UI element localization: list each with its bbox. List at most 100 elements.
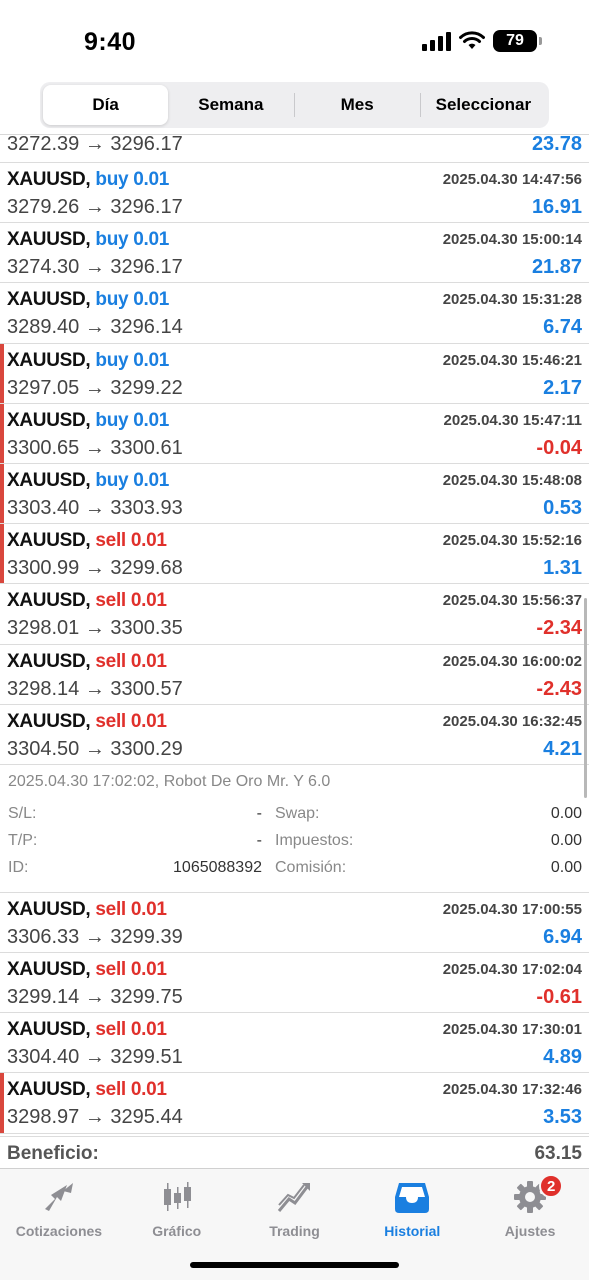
trade-symbol-line: XAUUSD, sell 0.01 bbox=[7, 530, 167, 552]
segment-select[interactable]: Seleccionar bbox=[421, 85, 546, 125]
tab-label: Historial bbox=[384, 1223, 441, 1239]
trade-symbol-line: XAUUSD, sell 0.01 bbox=[7, 959, 167, 981]
trade-row[interactable]: XAUUSD, buy 0.01 2025.04.30 15:00:14 3274.… bbox=[0, 223, 589, 284]
trade-symbol: XAUUSD, bbox=[7, 469, 91, 491]
trade-symbol-line: XAUUSD, sell 0.01 bbox=[7, 711, 167, 733]
taxes-label: Impuestos: bbox=[275, 831, 354, 849]
trade-comment: 2025.04.30 17:02:02, Robot De Oro Mr. Y … bbox=[8, 772, 331, 790]
trade-prices: 3300.65 → 3300.61 bbox=[7, 436, 183, 459]
segment-month[interactable]: Mes bbox=[295, 85, 420, 125]
trade-side: buy 0.01 bbox=[95, 409, 170, 431]
trade-symbol-line: XAUUSD, sell 0.01 bbox=[7, 1079, 167, 1101]
trade-row[interactable]: XAUUSD, sell 0.01 2025.04.30 16:32:45 3304… bbox=[0, 705, 589, 765]
trade-symbol: XAUUSD, bbox=[7, 898, 91, 920]
trade-side: sell 0.01 bbox=[95, 710, 167, 732]
trade-symbol: XAUUSD, bbox=[7, 349, 91, 371]
trade-time: 2025.04.30 15:47:11 bbox=[443, 411, 582, 429]
trade-symbol: XAUUSD, bbox=[7, 530, 91, 552]
sl-value: - bbox=[256, 804, 262, 822]
trade-symbol-line: XAUUSD, buy 0.01 bbox=[7, 470, 169, 492]
tab-label: Cotizaciones bbox=[15, 1223, 103, 1239]
trade-profit: 1.31 bbox=[543, 557, 582, 580]
swap-label: Swap: bbox=[275, 804, 320, 822]
trade-profit: 21.87 bbox=[531, 256, 582, 279]
segment-day[interactable]: Día bbox=[43, 85, 169, 125]
trade-profit: 3.53 bbox=[543, 1106, 582, 1129]
scroll-indicator[interactable] bbox=[584, 598, 587, 798]
profit-total: Beneficio: 63.15 bbox=[0, 1136, 589, 1170]
trade-prices: 3297.05 → 3299.22 bbox=[7, 376, 183, 399]
trade-prices: 3304.40 → 3299.51 bbox=[7, 1046, 183, 1069]
candlestick-chart-icon bbox=[157, 1177, 197, 1217]
trade-side: sell 0.01 bbox=[95, 590, 167, 612]
trade-row[interactable]: XAUUSD, sell 0.01 2025.04.30 17:02:04 3299… bbox=[0, 953, 589, 1014]
id-label: ID: bbox=[8, 858, 29, 876]
trade-symbol-line: XAUUSD, buy 0.01 bbox=[7, 169, 169, 191]
trade-row[interactable]: XAUUSD, buy 0.01 2025.04.30 15:48:08 3303.… bbox=[0, 463, 589, 525]
cellular-signal-icon bbox=[422, 31, 451, 51]
notification-badge: 2 bbox=[539, 1174, 564, 1198]
trade-side: sell 0.01 bbox=[95, 898, 167, 920]
trade-profit: 16.91 bbox=[531, 196, 582, 218]
trade-time: 2025.04.30 17:30:01 bbox=[442, 1021, 582, 1039]
trade-time: 2025.04.30 17:00:55 bbox=[442, 900, 582, 918]
period-segmented-control: Día Semana Mes Seleccionar bbox=[40, 82, 549, 128]
trade-prices: 3298.97 → 3295.44 bbox=[7, 1106, 183, 1129]
trade-row[interactable]: XAUUSD, sell 0.01 2025.04.30 16:00:02 3298… bbox=[0, 645, 589, 705]
trade-prices: 3304.50 → 3300.29 bbox=[7, 737, 183, 760]
trade-prices: 3298.01 → 3300.35 bbox=[7, 617, 183, 640]
trade-symbol: XAUUSD, bbox=[7, 169, 91, 190]
trade-row[interactable]: XAUUSD, sell 0.01 2025.04.30 15:56:37 3298… bbox=[0, 584, 589, 645]
trade-row[interactable]: XAUUSD, buy 0.01 2025.04.30 15:46:21 3297.… bbox=[0, 343, 589, 404]
trade-prices: 3272.39 → 3296.17 bbox=[7, 134, 183, 155]
trade-row[interactable]: XAUUSD, buy 0.01 2025.04.30 14:47:56 3279.… bbox=[0, 163, 589, 224]
quotes-icon bbox=[39, 1177, 79, 1217]
trade-side: buy 0.01 bbox=[95, 469, 170, 491]
trade-prices: 3289.40 → 3296.14 bbox=[7, 316, 183, 339]
trade-symbol: XAUUSD, bbox=[7, 1019, 91, 1041]
trade-row[interactable]: XAUUSD, sell 0.01 2025.04.30 15:52:16 3300… bbox=[0, 524, 589, 585]
tab-settings[interactable]: 2 Ajustes bbox=[471, 1169, 589, 1280]
trade-profit: 23.78 bbox=[531, 134, 582, 155]
trade-time: 2025.04.30 15:52:16 bbox=[442, 532, 582, 550]
tab-label: Ajustes bbox=[504, 1223, 556, 1239]
trade-time: 2025.04.30 16:32:45 bbox=[442, 712, 582, 730]
status-time: 9:40 bbox=[84, 28, 137, 56]
trade-row[interactable]: XAUUSD, buy 0.01 2025.04.30 15:47:11 3300.… bbox=[0, 403, 589, 464]
segment-week[interactable]: Semana bbox=[168, 85, 293, 125]
trade-row[interactable]: XAUUSD, sell 0.01 2025.04.30 17:32:46 3298… bbox=[0, 1073, 589, 1134]
trade-time: 2025.04.30 15:00:14 bbox=[442, 231, 582, 249]
trade-time: 2025.04.30 16:00:02 bbox=[442, 652, 582, 670]
trade-side: buy 0.01 bbox=[95, 349, 170, 371]
trade-side: sell 0.01 bbox=[95, 959, 167, 981]
trade-symbol-line: XAUUSD, sell 0.01 bbox=[7, 1019, 167, 1041]
tp-value: - bbox=[256, 831, 262, 849]
trade-symbol-line: XAUUSD, sell 0.01 bbox=[7, 651, 167, 673]
trade-symbol-line: XAUUSD, buy 0.01 bbox=[7, 229, 169, 251]
trade-prices: 3300.99 → 3299.68 bbox=[7, 557, 183, 580]
trade-time: 2025.04.30 14:47:56 bbox=[442, 171, 582, 188]
trade-profit: -0.04 bbox=[536, 436, 582, 459]
trade-history-list[interactable]: 3272.39 → 3296.17 23.78 XAUUSD, buy 0.01… bbox=[0, 134, 589, 1170]
trade-prices: 3303.40 → 3303.93 bbox=[7, 496, 183, 519]
trade-row[interactable]: XAUUSD, sell 0.01 2025.04.30 17:30:01 3304… bbox=[0, 1013, 589, 1074]
trade-side: sell 0.01 bbox=[95, 1019, 167, 1041]
trade-time: 2025.04.30 15:56:37 bbox=[442, 592, 582, 610]
trade-side: buy 0.01 bbox=[95, 229, 170, 251]
profit-total-value: 63.15 bbox=[534, 1143, 582, 1164]
tab-quotes[interactable]: Cotizaciones bbox=[0, 1169, 118, 1280]
trade-row[interactable]: XAUUSD, buy 0.01 2025.04.30 15:31:28 3289.… bbox=[0, 283, 589, 344]
home-indicator[interactable] bbox=[190, 1262, 399, 1268]
trade-row[interactable]: XAUUSD, sell 0.01 2025.04.30 17:00:55 3306… bbox=[0, 893, 589, 954]
tab-label: Gráfico bbox=[152, 1223, 202, 1239]
trade-side: sell 0.01 bbox=[95, 650, 167, 672]
trade-details-panel: 2025.04.30 17:02:02, Robot De Oro Mr. Y … bbox=[0, 765, 589, 893]
trade-symbol-line: XAUUSD, buy 0.01 bbox=[7, 289, 169, 311]
trade-row-partial[interactable]: 3272.39 → 3296.17 23.78 bbox=[0, 135, 589, 163]
trade-side: sell 0.01 bbox=[95, 1079, 167, 1101]
trade-profit: -2.34 bbox=[536, 617, 582, 640]
trade-profit: 4.89 bbox=[543, 1046, 582, 1069]
battery-icon: 79 bbox=[493, 30, 542, 52]
trade-profit: 2.17 bbox=[543, 376, 582, 399]
trade-symbol-line: XAUUSD, buy 0.01 bbox=[7, 410, 169, 432]
